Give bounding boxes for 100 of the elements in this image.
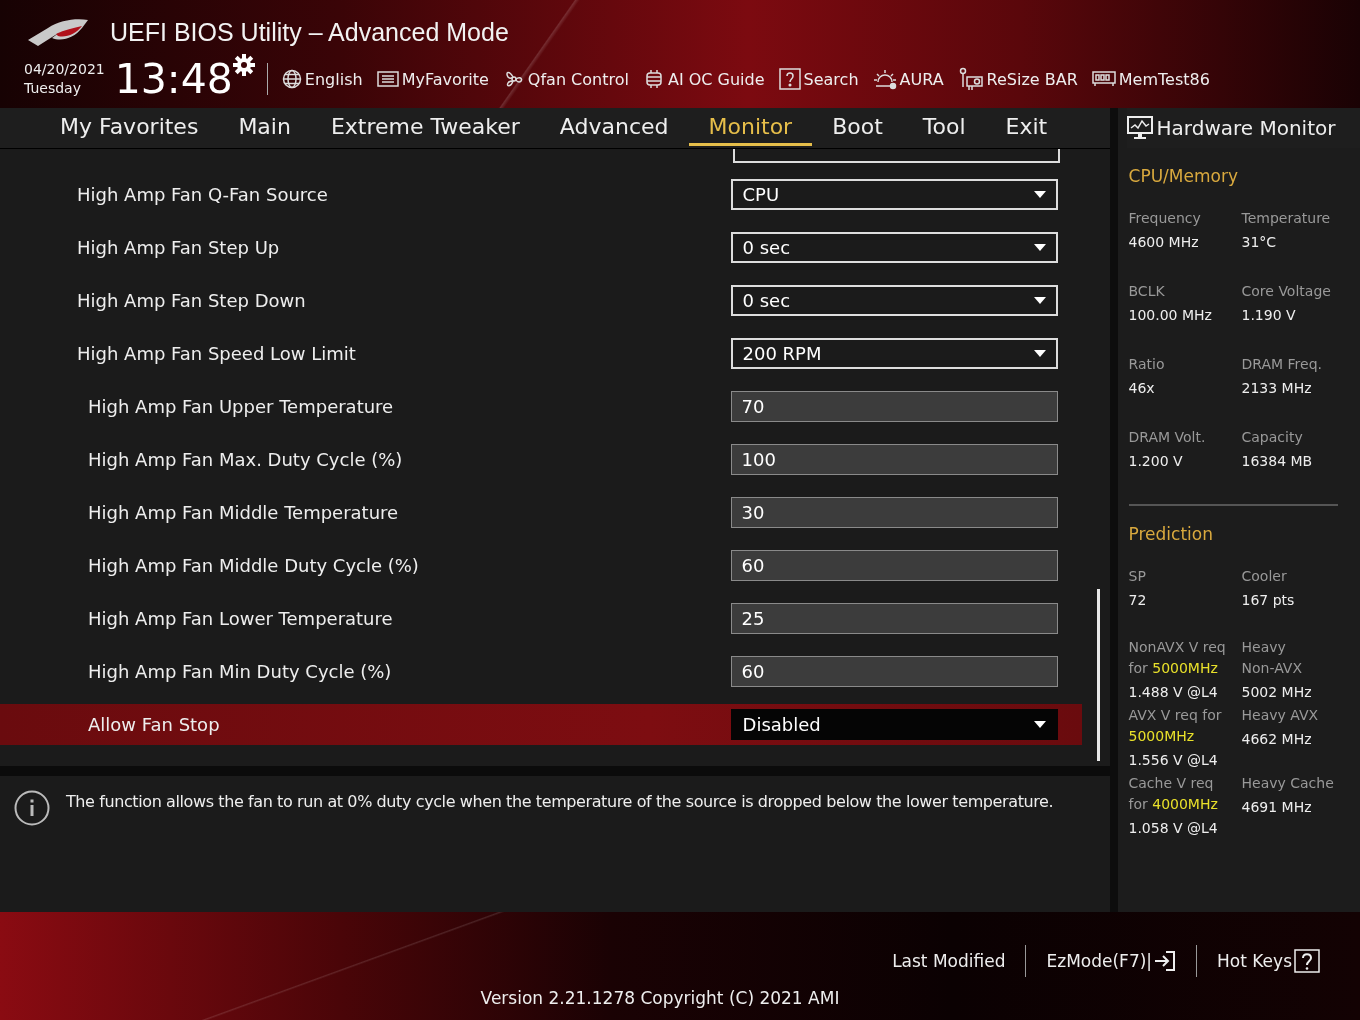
- setting-label: Allow Fan Stop: [87, 714, 221, 735]
- stat-value: 5002 MHz: [1241, 683, 1313, 702]
- stat-label: DRAM Volt.: [1128, 428, 1207, 447]
- dropdown-field[interactable]: CPU: [730, 179, 1058, 210]
- menu-tab[interactable]: Exit: [985, 113, 1068, 146]
- toolbar-button[interactable]: AURA: [872, 68, 944, 90]
- menu-tab[interactable]: Tool: [902, 113, 986, 146]
- section-title: CPU/Memory: [1128, 166, 1239, 186]
- caret-icon: [1033, 191, 1046, 198]
- menu-tab[interactable]: Boot: [812, 113, 903, 146]
- footer-button[interactable]: Hot Keys: [1197, 949, 1340, 973]
- exit-icon: [1154, 951, 1177, 971]
- stat-label: AVX V req for 5000MHz: [1128, 706, 1223, 746]
- stat-label: Heavy Cache: [1241, 774, 1335, 793]
- toolbar-button[interactable]: MemTest86: [1091, 69, 1210, 89]
- setting-label: High Amp Fan Middle Duty Cycle (%): [87, 555, 420, 576]
- menu-tab[interactable]: My Favorites: [40, 113, 219, 146]
- stat-value: 100.00 MHz: [1128, 306, 1213, 325]
- stat-value: 1.190 V: [1241, 306, 1297, 325]
- setting-label: High Amp Fan Q-Fan Source: [76, 184, 329, 205]
- stat-label: NonAVX V req for 5000MHz: [1128, 638, 1227, 678]
- stat-label: DRAM Freq.: [1241, 355, 1323, 374]
- stat-label: Cache V req for 4000MHz: [1128, 774, 1219, 814]
- footer-button[interactable]: Last Modified: [872, 951, 1026, 971]
- setting-label: High Amp Fan Step Down: [76, 290, 307, 311]
- setting-label: High Amp Fan Lower Temperature: [87, 608, 394, 629]
- setting-label: High Amp Fan Max. Duty Cycle (%): [87, 449, 404, 470]
- selected-row[interactable]: Allow Fan Stop Disabled: [0, 704, 1082, 745]
- stat-value: 31°C: [1241, 233, 1278, 252]
- input-field[interactable]: 70: [730, 391, 1058, 422]
- stat-label: Heavy Non-AVX: [1241, 638, 1304, 678]
- toolbar-button[interactable]: ReSize BAR: [957, 67, 1078, 91]
- stat-value: 1.058 V @L4: [1128, 819, 1219, 838]
- stat-label: Capacity: [1241, 428, 1304, 447]
- memory-icon: [1091, 70, 1116, 88]
- logo-icon: [26, 18, 90, 46]
- caret-icon: [1033, 721, 1046, 728]
- stat-value: 1.488 V @L4: [1128, 683, 1219, 702]
- date-text: 04/20/2021: [24, 60, 105, 79]
- search-icon: [778, 68, 801, 90]
- stat-label: Cooler: [1241, 567, 1288, 586]
- setting-label: High Amp Fan Upper Temperature: [87, 396, 395, 417]
- stat-label: Core Voltage: [1241, 282, 1332, 301]
- stat-value: 72: [1128, 591, 1148, 610]
- dropdown-field[interactable]: [733, 149, 1060, 163]
- input-field[interactable]: 60: [730, 550, 1058, 581]
- dropdown-field[interactable]: 0 sec: [730, 232, 1058, 263]
- version-text: Version 2.21.1278 Copyright (C) 2021 AMI: [479, 988, 841, 1008]
- window-title: UEFI BIOS Utility – Advanced Mode: [110, 17, 509, 47]
- caret-icon: [1033, 297, 1046, 304]
- monitor-icon: [1126, 116, 1153, 140]
- list-icon: [376, 70, 399, 88]
- toolbar-button[interactable]: MyFavorite: [376, 69, 489, 89]
- input-field[interactable]: 60: [730, 656, 1058, 687]
- caret-icon: [1033, 244, 1046, 251]
- dropdown-field[interactable]: 200 RPM: [730, 338, 1058, 369]
- section-title: Prediction: [1128, 524, 1214, 544]
- info-icon: [14, 790, 50, 826]
- toolbar-button[interactable]: Qfan Control: [502, 69, 629, 89]
- dropdown-field[interactable]: 0 sec: [730, 285, 1058, 316]
- dropdown-field[interactable]: Disabled: [730, 709, 1058, 740]
- menu-tab[interactable]: Main: [218, 113, 311, 146]
- stat-label: SP: [1128, 567, 1147, 586]
- stat-value: 167 pts: [1241, 591, 1296, 610]
- stat-value: 4691 MHz: [1241, 798, 1313, 817]
- stat-label: Ratio: [1128, 355, 1166, 374]
- setting-label: High Amp Fan Middle Temperature: [87, 502, 400, 523]
- toolbar-button[interactable]: Search: [778, 68, 859, 90]
- help-icon: [1294, 949, 1320, 973]
- help-text: The function allows the fan to run at 0% duty cycle when the temperature of the source is dropped below the lower temperature.: [66, 792, 1054, 812]
- toolbar-button[interactable]: AI OC Guide: [642, 69, 765, 89]
- input-field[interactable]: 30: [730, 497, 1058, 528]
- toolbar-button[interactable]: English: [281, 69, 363, 89]
- card-icon: [957, 67, 984, 91]
- stat-value: 2133 MHz: [1241, 379, 1313, 398]
- clock-time: 13:48: [114, 58, 233, 100]
- setting-label: High Amp Fan Speed Low Limit: [76, 343, 357, 364]
- stat-label: Temperature: [1241, 209, 1332, 228]
- input-field[interactable]: 25: [730, 603, 1058, 634]
- stat-value: 1.556 V @L4: [1128, 751, 1219, 770]
- stat-label: Frequency: [1128, 209, 1202, 228]
- menu-tab[interactable]: Advanced: [539, 113, 689, 146]
- stat-value: 4600 MHz: [1128, 233, 1200, 252]
- stat-label: BCLK: [1128, 282, 1166, 301]
- caret-icon: [1033, 350, 1046, 357]
- stat-value: 16384 MB: [1241, 452, 1314, 471]
- menu-tab[interactable]: Extreme Tweaker: [310, 113, 540, 146]
- scrollbar[interactable]: [1096, 589, 1100, 761]
- input-field[interactable]: 100: [730, 444, 1058, 475]
- day-text: Tuesday: [24, 79, 82, 98]
- settings-icon[interactable]: [232, 54, 255, 76]
- stat-value: 46x: [1128, 379, 1156, 398]
- stat-value: 1.200 V: [1128, 452, 1184, 471]
- footer-button[interactable]: EzMode(F7)|: [1026, 951, 1197, 971]
- stat-value: 4662 MHz: [1241, 730, 1313, 749]
- setting-label: High Amp Fan Step Up: [76, 237, 281, 258]
- stat-label: Heavy AVX: [1241, 706, 1320, 725]
- menu-tab[interactable]: Monitor: [688, 113, 813, 146]
- setting-label: High Amp Fan Min Duty Cycle (%): [87, 661, 393, 682]
- globe-icon: [281, 69, 302, 89]
